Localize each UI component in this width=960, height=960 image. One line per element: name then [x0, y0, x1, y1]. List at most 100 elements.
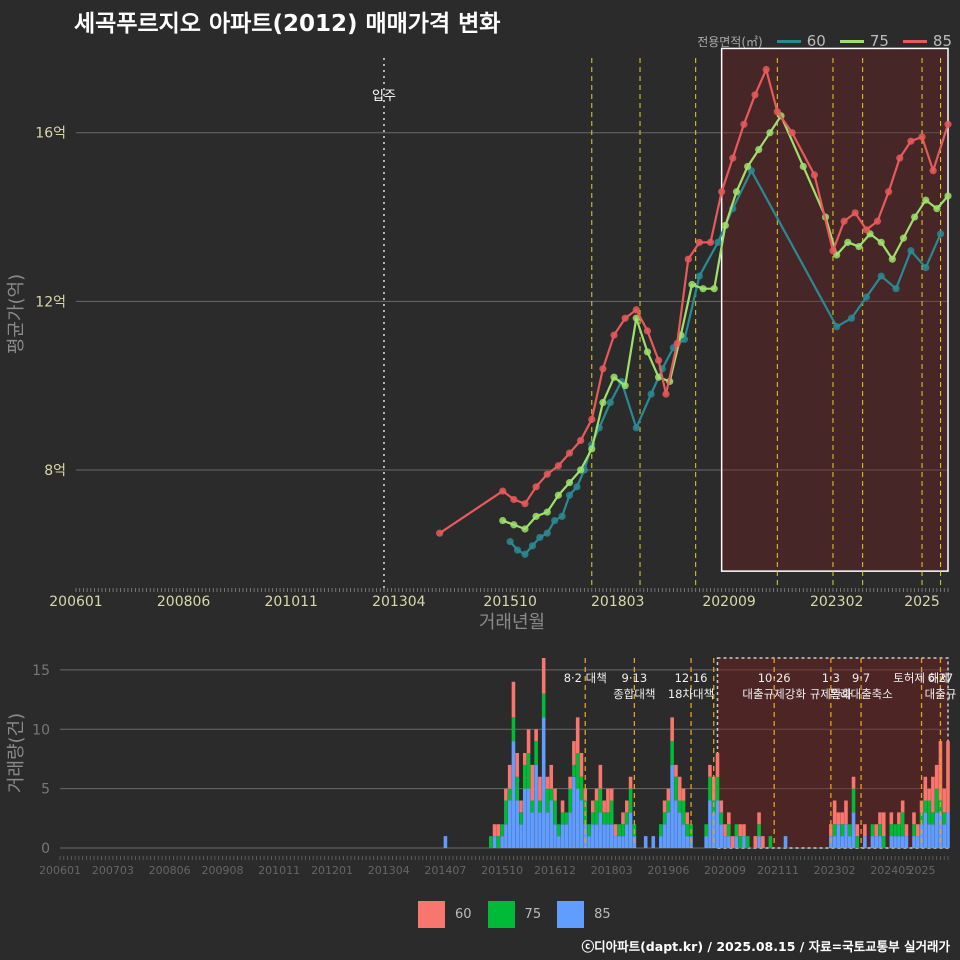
volume-bar-85	[742, 836, 746, 848]
data-point-60	[573, 483, 581, 491]
volume-bar-60	[530, 764, 535, 801]
volume-bar-85	[594, 824, 599, 848]
volume-bar-75	[519, 812, 523, 825]
volume-bar-75	[768, 836, 773, 848]
x-tick-label: 200601	[39, 864, 81, 877]
volume-bar-60	[662, 800, 667, 813]
data-point-60	[847, 314, 856, 322]
volume-bar-85	[704, 836, 708, 848]
volume-bar-75	[534, 741, 538, 765]
data-point-85	[662, 390, 670, 398]
source-caption: ⓒ디아파트(dapt.kr) / 2025.08.15 / 자료=국토교통부 실…	[581, 939, 950, 954]
x-tick-label: 200601	[49, 594, 102, 610]
volume-bar-75	[927, 800, 931, 825]
volume-bar-75	[934, 788, 939, 813]
volume-bar-85	[568, 812, 572, 848]
volume-bar-85	[915, 836, 920, 848]
volume-bar-85	[870, 836, 875, 848]
volume-bar-85	[522, 788, 527, 848]
y-tick-label: 15	[32, 663, 50, 679]
x-tick-label: 202302	[810, 594, 863, 610]
data-point-75	[888, 255, 896, 263]
data-point-85	[654, 356, 663, 364]
policy-label: 대출규제강화	[742, 687, 806, 701]
data-point-85	[810, 171, 819, 179]
volume-bar-60	[904, 824, 909, 837]
volume-bar-85	[504, 824, 508, 848]
data-point-85	[621, 314, 629, 322]
volume-bar-75	[878, 824, 882, 837]
data-point-85	[862, 226, 870, 234]
volume-bar-75	[942, 812, 947, 825]
volume-bar-75	[602, 812, 606, 825]
volume-bar-85	[575, 788, 580, 848]
data-point-75	[532, 512, 540, 520]
policy-label: 10·26	[758, 671, 791, 685]
volume-bar-60	[511, 681, 516, 718]
volume-chart: 0 5 10 15 8·2 대책 9·13 종합대책 12·16 18차대책 10·26 대출규제강…	[6, 657, 956, 877]
volume-bar-85	[572, 776, 576, 848]
data-point-85	[773, 108, 781, 116]
volume-bar-75	[840, 824, 844, 837]
volume-bar-85	[783, 836, 788, 848]
volume-bar-75	[681, 800, 686, 825]
data-point-75	[944, 192, 952, 200]
policy-label: 12·16	[675, 671, 708, 685]
volume-bar-75	[507, 788, 512, 801]
legend-swatch-75-icon	[487, 901, 515, 928]
volume-bar-85	[500, 836, 504, 848]
volume-bar-75	[591, 812, 595, 825]
data-point-85	[436, 529, 444, 537]
volume-bar-75	[530, 800, 535, 813]
data-point-85	[944, 120, 952, 128]
volume-bar-60	[881, 812, 886, 837]
volume-bar-75	[568, 788, 572, 813]
policy-label: 특례대출축소	[829, 687, 892, 701]
volume-bar-75	[893, 824, 897, 837]
data-point-60	[936, 230, 945, 238]
volume-bar-60	[541, 658, 546, 694]
volume-bar-60	[594, 788, 599, 801]
volume-bar-60	[832, 800, 837, 825]
volume-bar-85	[719, 824, 724, 848]
volume-bar-85	[628, 812, 633, 848]
x-tick-label: 202302	[814, 864, 856, 877]
volume-bar-85	[946, 812, 950, 848]
volume-bar-85	[923, 812, 928, 848]
volume-bar-60	[572, 741, 576, 765]
data-point-85	[885, 188, 893, 196]
volume-bar-85	[708, 800, 712, 848]
volume-bar-75	[674, 776, 678, 801]
volume-bar-60	[723, 824, 727, 837]
data-point-85	[729, 154, 737, 162]
volume-bar-85	[685, 836, 690, 848]
volume-bar-85	[545, 812, 550, 848]
volume-bar-60	[851, 776, 856, 789]
data-point-75	[643, 348, 652, 356]
volume-bar-75	[757, 824, 761, 837]
x-tick-label: 201803	[591, 864, 633, 877]
volume-bar-75	[889, 824, 894, 837]
volume-bar-60	[504, 788, 508, 801]
volume-bar-75	[847, 824, 852, 837]
data-point-85	[684, 255, 692, 263]
data-point-60	[892, 285, 900, 293]
volume-bar-60	[522, 753, 527, 765]
volume-bar-60	[912, 812, 916, 825]
volume-bar-85	[836, 824, 841, 848]
volume-bar-85	[443, 836, 448, 848]
data-point-60	[877, 272, 885, 280]
volume-bar-60	[863, 824, 867, 837]
volume-bar-60	[628, 776, 633, 789]
volume-bar-75	[719, 812, 724, 825]
volume-bar-85	[889, 836, 894, 848]
volume-bar-85	[492, 836, 497, 848]
volume-bar-85	[934, 812, 939, 848]
x-tick-label: 200806	[157, 594, 211, 610]
volume-bar-85	[893, 836, 897, 848]
volume-bar-85	[587, 836, 591, 848]
volume-bar-60	[946, 741, 950, 813]
data-point-75	[699, 285, 707, 293]
data-point-75	[911, 213, 919, 221]
data-point-85	[577, 436, 585, 445]
